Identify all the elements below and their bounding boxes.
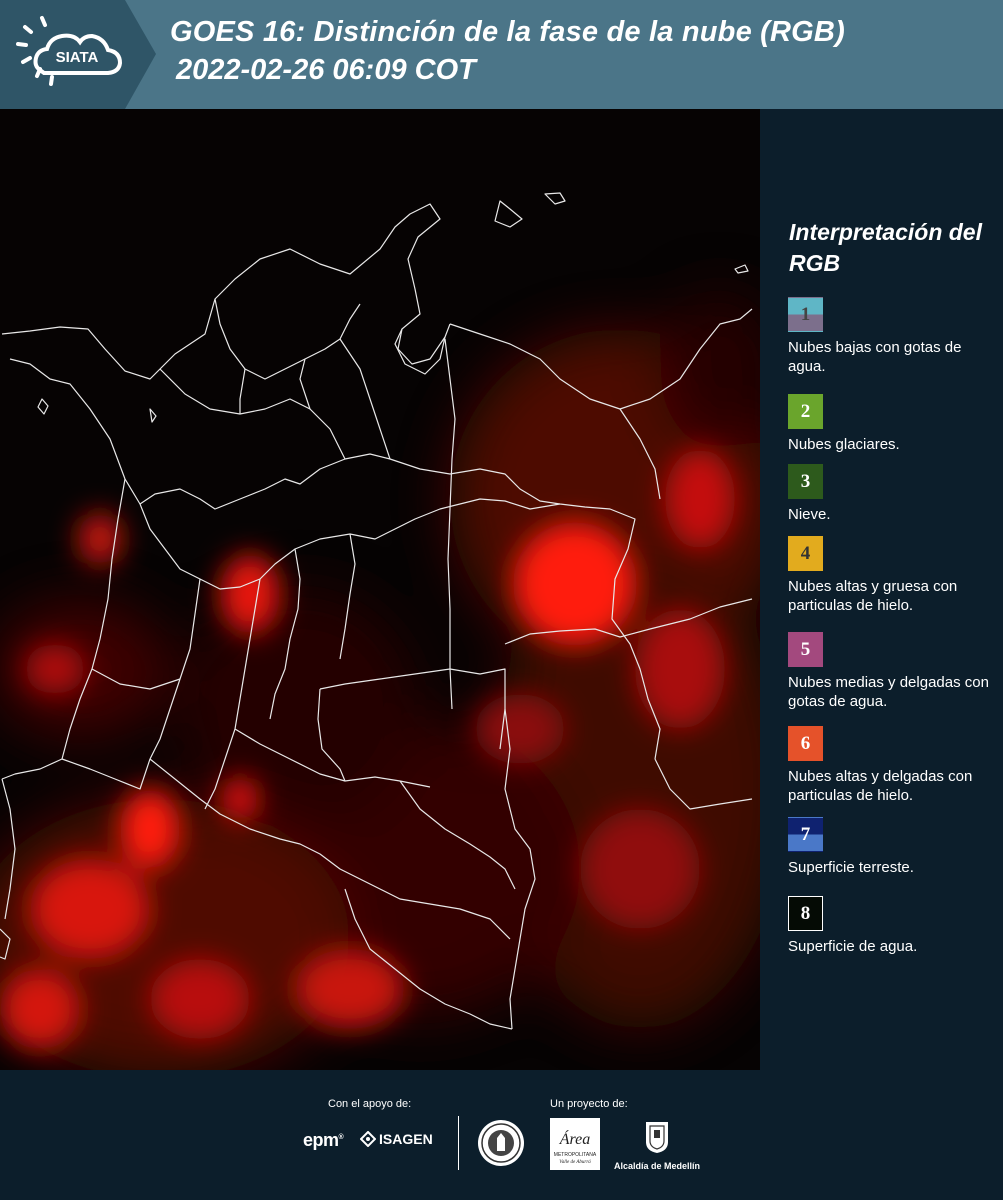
area-metropolitana-logo: Área METROPOLITANA Valle de Aburrá — [550, 1118, 600, 1175]
footer-divider — [458, 1116, 459, 1170]
legend-swatch: 5 — [788, 632, 823, 667]
legend-item-3: 3 Nieve. — [788, 464, 1003, 524]
legend-label: Nubes medias y delgadas con gotas de agu… — [788, 674, 989, 710]
legend-swatch: 4 — [788, 536, 823, 571]
siata-logo-text: SIATA — [56, 49, 99, 66]
legend-number: 5 — [800, 638, 811, 660]
legend-label: Nubes altas y delgadas con particulas de… — [788, 768, 973, 804]
area-logo-text: Área — [559, 1129, 591, 1148]
legend-title: Interpretación del RGB — [789, 219, 982, 276]
legend-item-5: 5 Nubes medias y delgadas con gotas de ag… — [788, 632, 1003, 711]
legend-swatch: 8 — [788, 896, 823, 931]
legend-label: Superficie terreste. — [788, 859, 914, 876]
project-label: Un proyecto de: — [550, 1098, 628, 1110]
alcaldia-label: Alcaldía de Medellín — [613, 1161, 701, 1171]
legend-item-6: 6 Nubes altas y delgadas con particulas d… — [788, 726, 1003, 805]
satellite-map[interactable] — [0, 109, 760, 1070]
footer: Con el apoyo de: Un proyecto de: epm® IS… — [0, 1070, 1003, 1200]
legend-label: Nubes bajas con gotas de agua. — [788, 339, 962, 375]
area-logo-subtitle: METROPOLITANA — [554, 1152, 597, 1158]
legend-number: 4 — [800, 542, 811, 564]
legend-label: Superficie de agua. — [788, 938, 918, 955]
page-timestamp: 2022-02-26 06:09 COT — [176, 54, 476, 86]
isagen-icon — [360, 1131, 376, 1147]
legend-number: 6 — [800, 732, 811, 754]
legend-swatch: 3 — [788, 464, 823, 499]
legend-label: Nubes glaciares. — [788, 436, 900, 453]
support-label: Con el apoyo de: — [328, 1098, 412, 1110]
area-logo-subtitle-2: Valle de Aburrá — [559, 1160, 591, 1165]
legend-number: 1 — [800, 303, 811, 325]
legend-item-1: 1 Nubes bajas con gotas de agua. — [788, 297, 1003, 376]
legend-swatch: 7 — [788, 817, 823, 852]
satellite-map-image — [0, 109, 760, 1070]
legend-label: Nubes altas y gruesa con particulas de h… — [788, 578, 958, 614]
page-title: GOES 16: Distinción de la fase de la nub… — [170, 16, 845, 48]
legend-item-7: 7 Superficie terreste. — [788, 817, 1003, 877]
legend-number: 7 — [800, 823, 811, 845]
alcaldia-medellin-logo: Alcaldía de Medellín — [612, 1118, 702, 1171]
legend-swatch: 6 — [788, 726, 823, 761]
legend-swatch: 2 — [788, 394, 823, 429]
legend-number: 8 — [800, 902, 811, 924]
legend-item-2: 2 Nubes glaciares. — [788, 394, 1003, 454]
legend-item-4: 4 Nubes altas y gruesa con particulas de … — [788, 536, 1003, 615]
isagen-logo: ISAGEN — [360, 1131, 433, 1147]
legend-swatch: 1 — [788, 297, 823, 332]
siata-logo: SIATA — [0, 0, 156, 109]
seal-logo — [476, 1118, 526, 1173]
legend-panel: Interpretación del RGB 1 Nubes bajas con … — [760, 109, 1003, 1070]
legend-item-8: 8 Superficie de agua. — [788, 896, 1003, 956]
legend-number: 3 — [800, 470, 811, 492]
epm-logo: epm® — [303, 1130, 344, 1150]
header-bar: SIATA GOES 16: Distinción de la fase de … — [0, 0, 1003, 109]
legend-label: Nieve. — [788, 506, 831, 523]
legend-number: 2 — [800, 400, 811, 422]
